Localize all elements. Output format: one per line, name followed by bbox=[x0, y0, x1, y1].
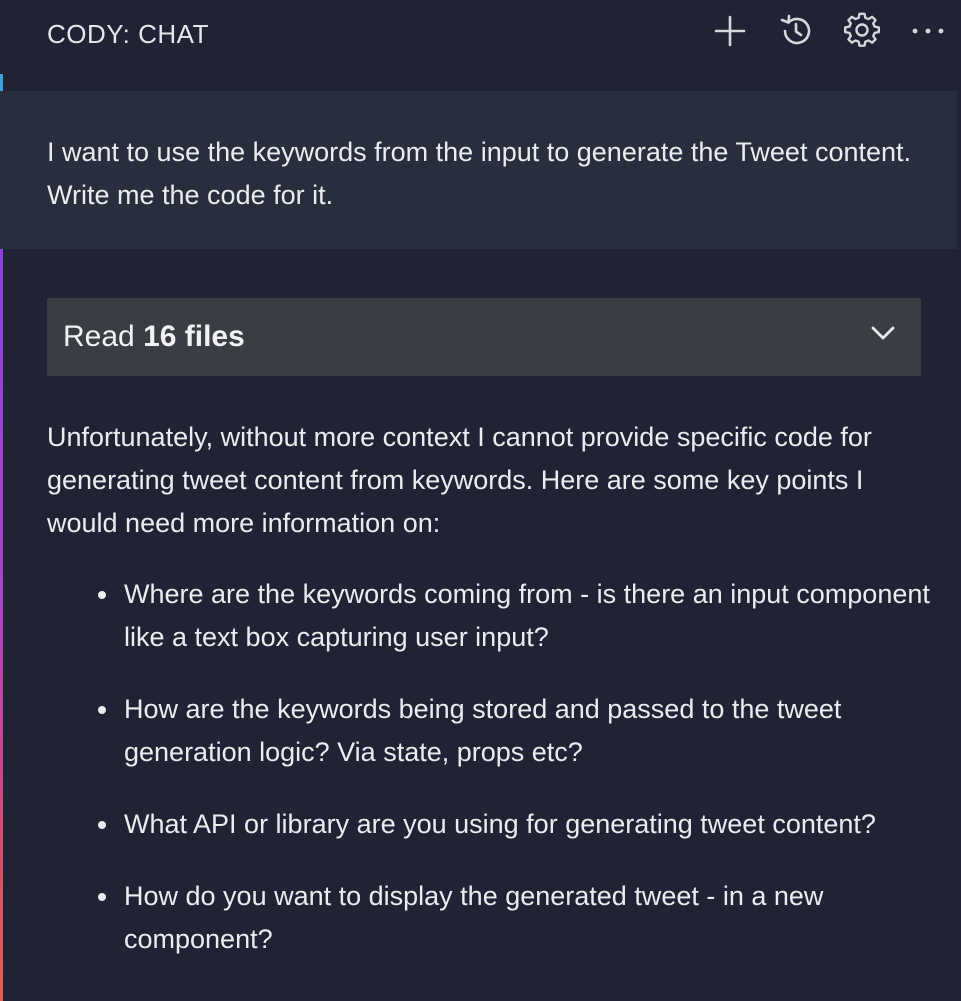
context-chevron bbox=[871, 326, 895, 345]
list-item: How are the keywords being stored and pa… bbox=[47, 688, 947, 774]
context-files-toggle[interactable]: Read 16 files bbox=[47, 298, 921, 376]
list-item-text: Where are the keywords coming from - is … bbox=[124, 579, 930, 652]
assistant-bullet-list: Where are the keywords coming from - is … bbox=[47, 573, 947, 990]
context-prefix: Read bbox=[63, 320, 144, 353]
gear-icon bbox=[844, 12, 880, 47]
settings-button[interactable] bbox=[843, 12, 881, 50]
panel-title: CODY: CHAT bbox=[47, 19, 209, 49]
context-file-count: 16 files bbox=[143, 320, 245, 353]
bullet-dot bbox=[98, 821, 106, 829]
history-button[interactable] bbox=[777, 12, 815, 50]
plus-icon bbox=[714, 15, 746, 47]
bullet-dot bbox=[98, 591, 106, 599]
bullet-dot bbox=[98, 893, 106, 901]
assistant-intro-text: Unfortunately, without more context I ca… bbox=[47, 422, 872, 538]
history-icon bbox=[780, 14, 811, 45]
list-item: How do you want to display the generated… bbox=[47, 875, 947, 961]
list-item: Where are the keywords coming from - is … bbox=[47, 573, 947, 659]
list-item-text: What API or library are you using for ge… bbox=[124, 809, 876, 839]
ellipsis-icon bbox=[912, 28, 944, 34]
bullet-dot bbox=[98, 706, 106, 714]
chevron-down-icon bbox=[871, 326, 895, 340]
context-files-label: Read 16 files bbox=[63, 320, 245, 354]
header-actions bbox=[711, 12, 947, 50]
list-item-text: How do you want to display the generated… bbox=[124, 881, 824, 954]
human-accent-blue bbox=[0, 74, 3, 91]
human-message-text: I want to use the keywords from the inpu… bbox=[47, 137, 912, 210]
more-actions-button[interactable] bbox=[909, 12, 947, 50]
cody-chat-panel: CODY: CHAT I want to use the keywords fr… bbox=[0, 0, 961, 1001]
human-message: I want to use the keywords from the inpu… bbox=[0, 91, 957, 249]
assistant-accent-bar bbox=[0, 249, 3, 1001]
panel-header: CODY: CHAT bbox=[0, 0, 961, 68]
new-chat-button[interactable] bbox=[711, 12, 749, 50]
list-item: What API or library are you using for ge… bbox=[47, 803, 947, 846]
list-item-text: How are the keywords being stored and pa… bbox=[124, 694, 842, 767]
